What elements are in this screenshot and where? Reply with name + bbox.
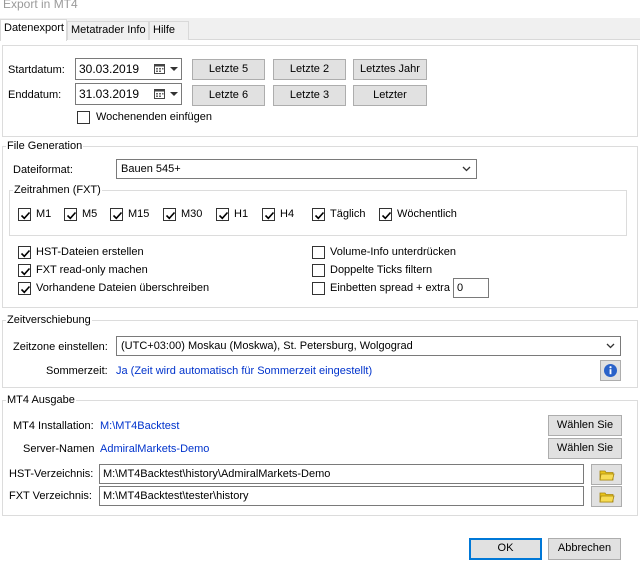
window-title: Export in MT4 (3, 0, 78, 11)
letzte-6-button[interactable]: Letzte 6 (192, 85, 265, 106)
filter-duplicate-ticks-label: Doppelte Ticks filtern (330, 264, 433, 276)
start-date-value: 30.03.2019 (79, 62, 140, 76)
hst-dir-label: HST-Verzeichnis: (9, 468, 94, 480)
fxt-readonly-checkbox[interactable] (18, 264, 31, 277)
timeframe-m30-checkbox[interactable] (163, 208, 176, 221)
timeframe-m5-checkbox[interactable] (64, 208, 77, 221)
timezone-value: (UTC+03:00) Moskau (Moskwa), St. Petersb… (121, 340, 413, 352)
hst-files-checkbox[interactable] (18, 246, 31, 259)
letzter-button[interactable]: Letzter (353, 85, 427, 106)
tab-datenexport[interactable]: Datenexport (0, 19, 67, 41)
format-label: Dateiformat: (13, 164, 73, 176)
letzte-5-button[interactable]: Letzte 5 (192, 59, 265, 80)
timeframe-h1-label: H1 (234, 208, 249, 220)
timeframe-h1-checkbox[interactable] (216, 208, 229, 221)
browse-fxt-button[interactable] (591, 486, 622, 507)
timeframe-m5-label: M5 (82, 208, 98, 220)
filter-duplicate-ticks-checkbox[interactable] (312, 264, 325, 277)
start-date-label: Startdatum: (8, 64, 65, 76)
mt4-install-value: M:\MT4Backtest (100, 420, 180, 432)
suppress-volume-label: Volume-Info unterdrücken (330, 246, 456, 258)
timeframe-h4-checkbox[interactable] (262, 208, 275, 221)
letzte-3-button[interactable]: Letzte 3 (273, 85, 346, 106)
dst-value: Ja (Zeit wird automatisch für Sommerzeit… (116, 365, 373, 377)
file-generation-title: File Generation (6, 140, 84, 152)
weekends-label: Wochenenden einfügen (96, 111, 213, 123)
start-date-picker[interactable]: 30.03.2019 (75, 58, 182, 80)
ok-button[interactable]: OK (469, 538, 542, 560)
timeframe-weekly-checkbox[interactable] (379, 208, 392, 221)
suppress-volume-checkbox[interactable] (312, 246, 325, 259)
chevron-down-icon (606, 343, 615, 349)
server-value: AdmiralMarkets-Demo (100, 443, 210, 455)
format-select[interactable]: Bauen 545+ (116, 159, 477, 179)
fxt-dir-label: FXT Verzeichnis: (9, 490, 92, 502)
window-titlebar: Export in MT4 (0, 0, 640, 18)
timezone-label: Zeitzone einstellen: (13, 341, 108, 353)
timeframe-m1-label: M1 (36, 208, 52, 220)
timeframe-h4-label: H4 (280, 208, 295, 220)
cancel-button[interactable]: Abbrechen (548, 538, 621, 560)
timezone-select[interactable]: (UTC+03:00) Moskau (Moskwa), St. Petersb… (116, 336, 621, 356)
chevron-down-icon (170, 92, 178, 96)
mt4-install-label: MT4 Installation: (13, 420, 94, 432)
embed-spread-checkbox[interactable] (312, 282, 325, 295)
end-date-label: Enddatum: (8, 89, 62, 101)
info-icon (604, 364, 617, 377)
letzte-2-button[interactable]: Letzte 2 (273, 59, 346, 80)
folder-icon (599, 492, 615, 503)
timeshift-title: Zeitverschiebung (6, 314, 92, 326)
format-value: Bauen 545+ (121, 163, 181, 175)
chevron-down-icon (462, 166, 471, 172)
timeframe-m1-checkbox[interactable] (18, 208, 31, 221)
timeframe-m15-label: M15 (128, 208, 150, 220)
tab-hilfe[interactable]: Hilfe (149, 21, 189, 40)
chevron-down-icon (170, 67, 178, 71)
weekends-checkbox[interactable] (77, 111, 90, 124)
fxt-dir-input[interactable]: M:\MT4Backtest\tester\history (99, 486, 584, 506)
info-button[interactable] (600, 360, 621, 381)
timeframe-weekly-label: Wöchentlich (397, 208, 457, 220)
fxt-readonly-label: FXT read-only machen (36, 264, 148, 276)
server-label: Server-Namen (23, 443, 95, 455)
folder-icon (599, 470, 615, 481)
overwrite-files-label: Vorhandene Dateien überschreiben (36, 282, 210, 294)
hst-dir-input[interactable]: M:\MT4Backtest\history\AdmiralMarkets-De… (99, 464, 584, 484)
end-date-picker[interactable]: 31.03.2019 (75, 83, 182, 105)
tab-metatrader-info[interactable]: Metatrader Info (67, 21, 149, 40)
timeframe-m30-label: M30 (181, 208, 203, 220)
timeframe-daily-checkbox[interactable] (312, 208, 325, 221)
timeframe-m15-checkbox[interactable] (110, 208, 123, 221)
hst-files-label: HST-Dateien erstellen (36, 246, 144, 258)
calendar-icon (154, 89, 165, 99)
dst-label: Sommerzeit: (46, 365, 108, 377)
mt4-output-title: MT4 Ausgabe (6, 394, 76, 406)
letztes-jahr-button[interactable]: Letztes Jahr (353, 59, 427, 80)
choose-install-button[interactable]: Wählen Sie (548, 415, 622, 436)
overwrite-files-checkbox[interactable] (18, 282, 31, 295)
embed-spread-label: Einbetten spread (330, 282, 414, 294)
tab-strip: Datenexport Metatrader Info Hilfe (0, 19, 640, 41)
end-date-value: 31.03.2019 (79, 87, 140, 101)
choose-server-button[interactable]: Wählen Sie (548, 438, 622, 459)
timeframe-daily-label: Täglich (330, 208, 366, 220)
calendar-icon (154, 64, 165, 74)
browse-hst-button[interactable] (591, 464, 622, 485)
timeframes-title: Zeitrahmen (FXT) (13, 184, 102, 196)
extra-label: + extra (416, 282, 450, 294)
extra-spread-input[interactable]: 0 (453, 278, 489, 298)
